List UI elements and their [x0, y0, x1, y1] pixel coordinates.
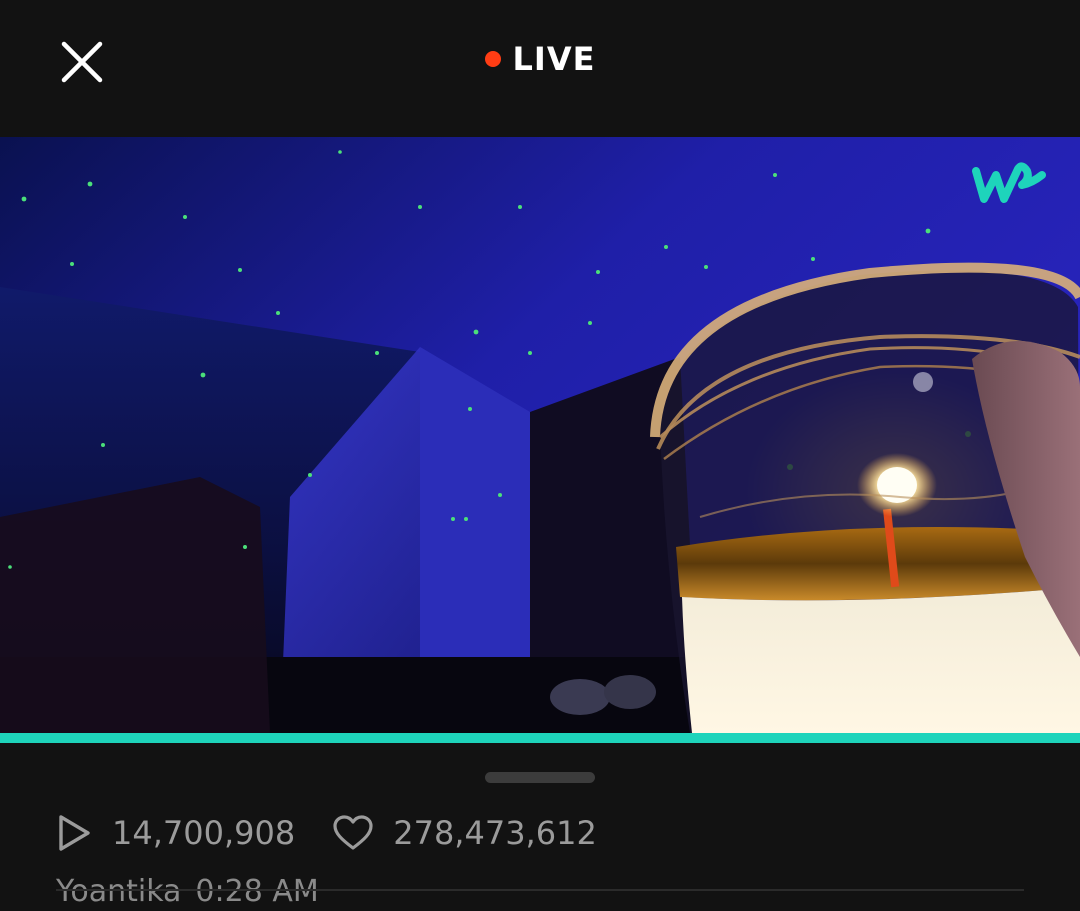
- weverse-logo-icon: [972, 162, 1046, 203]
- play-count-value: 14,700,908: [112, 814, 296, 852]
- like-count[interactable]: 278,473,612: [333, 814, 597, 852]
- live-viewer-screen: LIVE 14,700,908 278,473,612 Yoantika 0:2…: [0, 0, 1080, 911]
- like-count-value: 278,473,612: [393, 814, 597, 852]
- playback-progress-bar[interactable]: [0, 733, 1080, 743]
- live-indicator: LIVE: [0, 40, 1080, 78]
- stats-row: 14,700,908 278,473,612: [56, 808, 597, 858]
- play-count: 14,700,908: [56, 813, 295, 853]
- comment-time: 0:28 AM: [195, 874, 319, 909]
- playback-progress-fill: [0, 733, 1080, 743]
- live-label: LIVE: [512, 40, 596, 78]
- sheet-drag-handle[interactable]: [485, 772, 595, 783]
- video-player[interactable]: [0, 137, 1080, 733]
- play-icon: [56, 813, 92, 853]
- heart-icon[interactable]: [333, 815, 373, 851]
- comment-divider: [56, 889, 1024, 891]
- comment-author: Yoantika: [56, 874, 182, 909]
- live-dot: [484, 51, 501, 67]
- top-bar: LIVE: [0, 0, 1080, 137]
- video-frame-candle-scene: [0, 137, 1080, 733]
- comment-item[interactable]: Yoantika 0:28 AM: [56, 874, 319, 909]
